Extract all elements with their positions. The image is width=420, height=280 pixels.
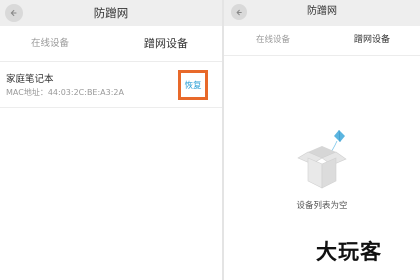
tab-bar: 在线设备 蹭网设备 — [224, 26, 420, 56]
watermark-text: 大玩客 — [316, 240, 382, 264]
device-name: 家庭笔记本 — [6, 74, 54, 85]
restore-button[interactable]: 恢复 — [178, 70, 208, 100]
device-mac-address: MAC地址：44:03:2C:BE:A3:2A — [6, 88, 124, 97]
page-title: 防蹭网 — [307, 6, 337, 17]
title-bar: 防蹭网 — [224, 0, 420, 26]
page-title: 防蹭网 — [93, 6, 129, 20]
title-bar: 防蹭网 — [0, 0, 222, 26]
watermark-logo: 大玩客 — [316, 236, 412, 264]
tab-leeching-devices[interactable]: 蹭网设备 — [332, 26, 412, 56]
tab-online-devices[interactable]: 在线设备 — [238, 26, 308, 56]
left-screen: 防蹭网 在线设备 蹭网设备 家庭笔记本 MAC地址：44:03:2C:BE:A3… — [0, 0, 222, 280]
tab-bar: 在线设备 蹭网设备 — [0, 26, 222, 62]
tab-leeching-devices[interactable]: 蹭网设备 — [110, 26, 222, 62]
empty-state-message: 设备列表为空 — [296, 201, 348, 211]
empty-box-icon — [292, 128, 354, 198]
tab-online-devices[interactable]: 在线设备 — [0, 26, 100, 62]
